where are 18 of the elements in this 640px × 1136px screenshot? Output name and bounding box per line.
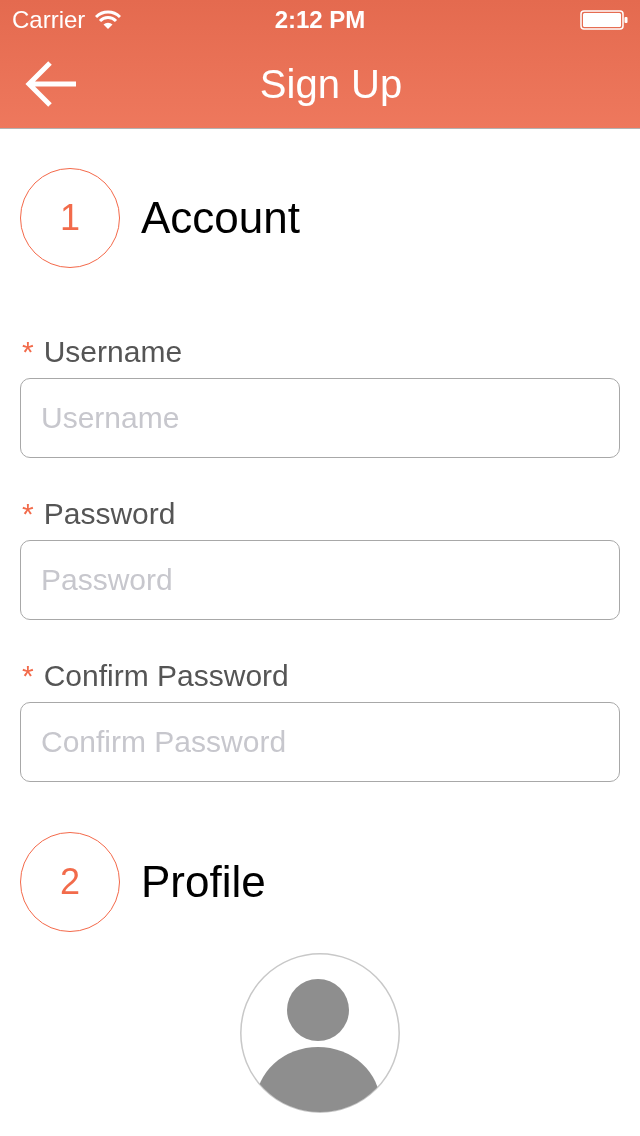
carrier-name: Carrier [12,6,86,34]
section-title: Profile [141,856,266,908]
back-arrow-icon [24,60,78,108]
wifi-icon [95,10,122,30]
battery-icon [580,10,628,30]
section-title: Account [141,192,300,244]
status-time: 2:12 PM [274,6,366,34]
text-input-field[interactable]: Username [20,378,620,458]
nav-title: Sign Up [259,61,403,108]
text-input-field[interactable]: Password [20,540,620,620]
required-asterisk: * [22,334,34,370]
required-asterisk: * [22,658,34,694]
field-label: Password [43,496,176,532]
field-label: Username [43,334,183,370]
field-label: Confirm Password [43,658,289,694]
required-asterisk: * [22,496,34,532]
avatar-placeholder[interactable] [240,953,400,1113]
text-input-field[interactable]: Confirm Password [20,702,620,782]
